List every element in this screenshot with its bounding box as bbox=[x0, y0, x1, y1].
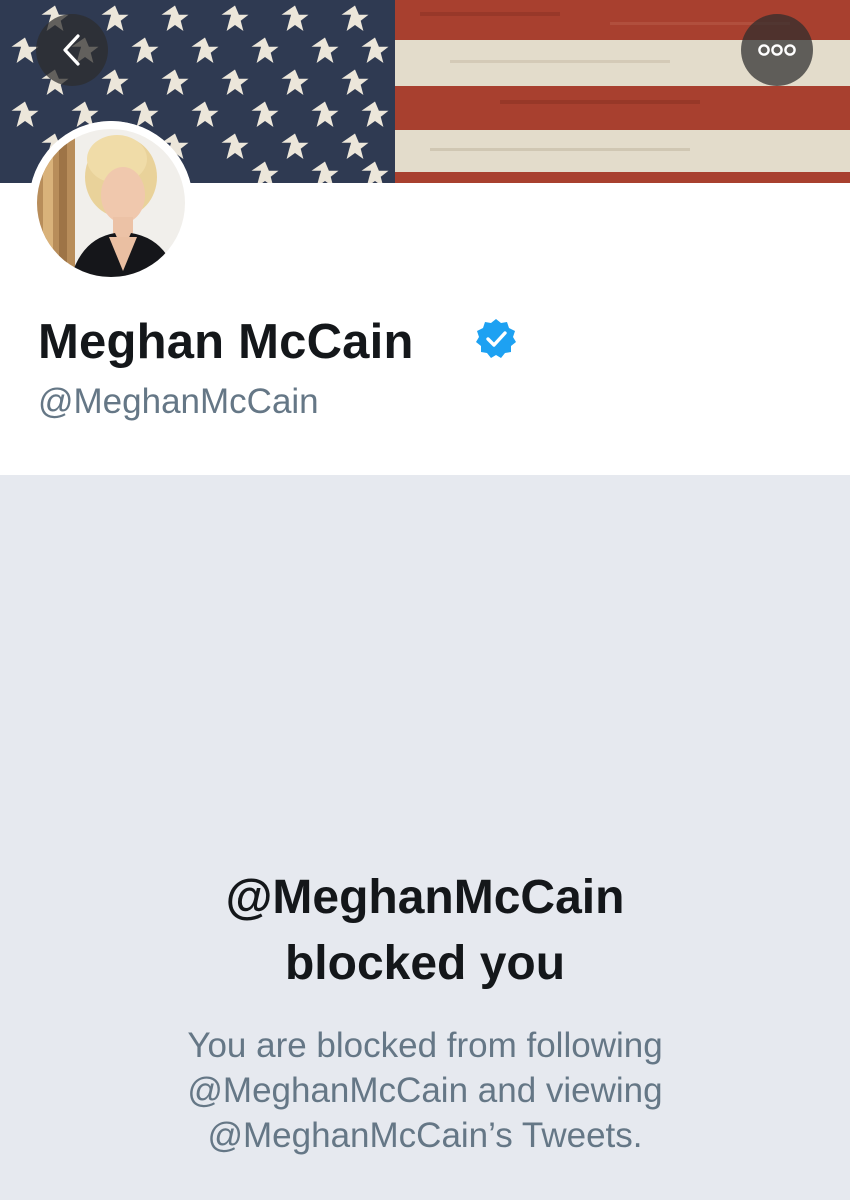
blocked-title-line: @MeghanMcCain bbox=[225, 871, 625, 924]
blocked-title-line: blocked you bbox=[284, 937, 566, 990]
profile-name: Meghan McCain bbox=[38, 315, 414, 369]
blocked-panel: @MeghanMcCain blocked you You are blocke… bbox=[0, 475, 850, 1200]
profile-handle: @MeghanMcCain bbox=[38, 382, 319, 421]
back-button[interactable] bbox=[36, 14, 108, 86]
chevron-left-icon bbox=[63, 34, 80, 66]
more-options-button[interactable] bbox=[741, 14, 813, 86]
blocked-description-line: @MeghanMcCain and viewing bbox=[187, 1071, 663, 1110]
blocked-description: You are blocked from following @MeghanMc… bbox=[0, 1023, 850, 1158]
blocked-description-line: @MeghanMcCain’s Tweets. bbox=[207, 1116, 643, 1155]
avatar-image bbox=[29, 121, 193, 285]
blocked-description-line: You are blocked from following bbox=[187, 1026, 663, 1065]
ellipsis-icon bbox=[758, 44, 796, 56]
verified-badge-icon bbox=[474, 317, 518, 366]
avatar[interactable] bbox=[29, 121, 193, 285]
blocked-title: @MeghanMcCain blocked you bbox=[0, 865, 850, 997]
